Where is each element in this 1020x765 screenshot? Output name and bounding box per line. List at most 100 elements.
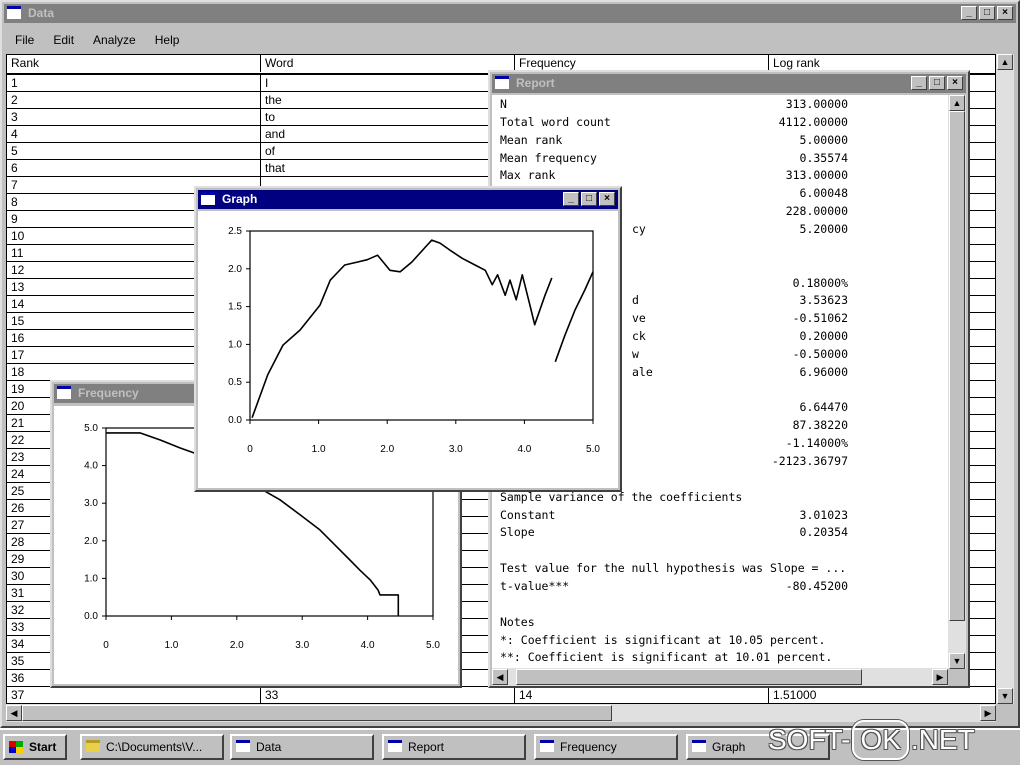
graph-x-tick-label: 3.0 xyxy=(449,444,463,455)
cell-word[interactable]: that xyxy=(261,160,515,177)
menu-help[interactable]: Help xyxy=(146,31,190,51)
data-window-titlebar[interactable]: Data _ □ × xyxy=(4,4,1016,23)
report-value: 5.00000 xyxy=(799,132,848,147)
report-label: Notes xyxy=(500,614,535,629)
cell-rank[interactable]: 37 xyxy=(7,687,261,703)
minimize-button[interactable]: _ xyxy=(911,76,927,90)
cell-word[interactable]: I xyxy=(261,75,515,92)
grid-vertical-scrollbar[interactable]: ▲ ▼ xyxy=(996,54,1014,704)
cell-rank[interactable]: 4 xyxy=(7,126,261,143)
menu-file[interactable]: File xyxy=(6,31,44,51)
report-value: 6.00048 xyxy=(799,186,848,201)
scroll-up-arrow-icon[interactable]: ▲ xyxy=(997,54,1013,70)
scroll-down-arrow-icon[interactable]: ▼ xyxy=(949,653,965,669)
taskbar-button[interactable]: Report xyxy=(382,734,526,760)
close-button[interactable]: × xyxy=(947,76,963,90)
header-word[interactable]: Word xyxy=(261,55,515,72)
taskbar-button[interactable]: Data xyxy=(230,734,374,760)
report-value: 0.20354 xyxy=(799,525,848,540)
menu-edit[interactable]: Edit xyxy=(44,31,84,51)
folder-icon xyxy=(86,740,100,752)
report-value: 0.18000% xyxy=(792,275,848,290)
cell-word[interactable]: to xyxy=(261,109,515,126)
scroll-left-arrow-icon[interactable]: ◀ xyxy=(492,669,508,685)
window-icon xyxy=(692,740,706,752)
header-rank[interactable]: Rank xyxy=(7,55,261,72)
cell-word[interactable]: and xyxy=(261,126,515,143)
graph-chart: 2.5 2.0 1.5 1.0 0.5 0.0 0 1.0 2.0 3.0 4.0 5.0 xyxy=(228,226,600,455)
menu-analyze[interactable]: Analyze xyxy=(84,31,146,51)
graph-x-tick-label: 1.0 xyxy=(312,444,326,455)
taskbar-button[interactable]: Frequency xyxy=(534,734,678,760)
horizontal-scroll-thumb[interactable] xyxy=(516,669,862,685)
report-label: w xyxy=(632,346,639,361)
cell-rank[interactable]: 3 xyxy=(7,109,261,126)
scroll-left-arrow-icon[interactable]: ◀ xyxy=(6,705,22,721)
graph-x-tick-label: 2.0 xyxy=(380,444,394,455)
data-window-title: Data xyxy=(28,6,55,20)
report-line: **: Coefficient is significant at 10.01 … xyxy=(492,649,948,666)
report-value: 313.00000 xyxy=(785,97,848,111)
report-value: 4112.00000 xyxy=(778,114,848,129)
report-window-titlebar[interactable]: Report _ □ × xyxy=(492,74,966,93)
minimize-button[interactable]: _ xyxy=(961,6,977,20)
cell-rank[interactable]: 5 xyxy=(7,143,261,160)
taskbar-button-label: C:\Documents\V... xyxy=(106,740,203,754)
start-button[interactable]: Start xyxy=(3,734,67,760)
maximize-button[interactable]: □ xyxy=(929,76,945,90)
report-value: 3.01023 xyxy=(799,507,848,522)
table-row[interactable]: 37 33 14 1.51000 xyxy=(7,687,995,703)
scroll-right-arrow-icon[interactable]: ▶ xyxy=(932,669,948,685)
frequency-x-tick-label: 4.0 xyxy=(361,640,375,651)
scroll-down-arrow-icon[interactable]: ▼ xyxy=(997,688,1013,704)
report-label: ck xyxy=(632,329,646,344)
cell-word[interactable]: 33 xyxy=(261,687,515,703)
frequency-y-tick-label: 1.0 xyxy=(84,573,98,584)
taskbar-button[interactable]: C:\Documents\V... xyxy=(80,734,224,760)
report-line: Notes xyxy=(492,614,948,631)
graph-series-line-0 xyxy=(251,239,553,418)
window-icon xyxy=(388,740,402,752)
frequency-x-tick-label: 3.0 xyxy=(295,640,309,651)
report-vertical-scrollbar[interactable]: ▲ ▼ xyxy=(948,95,966,669)
scroll-right-arrow-icon[interactable]: ▶ xyxy=(980,705,996,721)
report-label: N xyxy=(500,97,507,111)
cell-rank[interactable]: 6 xyxy=(7,160,261,177)
frequency-y-tick-label: 0.0 xyxy=(84,611,98,622)
cell-word[interactable]: the xyxy=(261,92,515,109)
report-value: 5.20000 xyxy=(799,221,848,236)
window-controls: _ □ × xyxy=(911,76,963,91)
graph-x-tick-label: 4.0 xyxy=(517,444,531,455)
watermark: SOFT- OK .NET xyxy=(768,720,1016,764)
cell-rank[interactable]: 2 xyxy=(7,92,261,109)
report-value: -2123.36797 xyxy=(771,454,848,468)
scroll-up-arrow-icon[interactable]: ▲ xyxy=(949,95,965,111)
desktop: Data _ □ × File Edit Analyze Help Rank W… xyxy=(0,0,1020,765)
report-line: Mean frequency 0.35574 xyxy=(492,150,948,167)
graph-window: Graph _ □ × 2.5 2.0 1.5 1.0 0.5 0.0 0 1.0 2.0 3.0… xyxy=(194,186,622,492)
graph-y-tick-label: 1.5 xyxy=(228,302,242,313)
report-value: -1.14000% xyxy=(785,436,848,451)
report-label: Max rank xyxy=(500,168,556,183)
report-label: Slope xyxy=(500,525,535,540)
close-button[interactable]: × xyxy=(997,6,1013,20)
cell-rank[interactable]: 1 xyxy=(7,75,261,92)
vertical-scroll-thumb[interactable] xyxy=(949,111,965,621)
report-horizontal-scrollbar[interactable]: ◀ ▶ xyxy=(492,668,948,686)
report-label: Mean rank xyxy=(500,132,563,147)
report-line xyxy=(492,596,948,613)
cell-log-rank[interactable]: 1.51000 xyxy=(769,687,995,703)
menu-bar: File Edit Analyze Help xyxy=(6,31,189,51)
report-line: Test value for the null hypothesis was S… xyxy=(492,560,948,577)
window-icon xyxy=(540,740,554,752)
maximize-button[interactable]: □ xyxy=(979,6,995,20)
report-line: Max rank 313.00000 xyxy=(492,167,948,184)
report-line: *: Coefficient is significant at 10.05 p… xyxy=(492,632,948,649)
cell-frequency[interactable]: 14 xyxy=(515,687,769,703)
report-value: -80.45200 xyxy=(785,578,848,593)
horizontal-scroll-thumb[interactable] xyxy=(22,705,612,721)
report-line: Mean rank 5.00000 xyxy=(492,132,948,149)
cell-word[interactable]: of xyxy=(261,143,515,160)
watermark-text: .NET xyxy=(910,724,975,755)
graph-y-tick-label: 2.0 xyxy=(228,264,242,275)
